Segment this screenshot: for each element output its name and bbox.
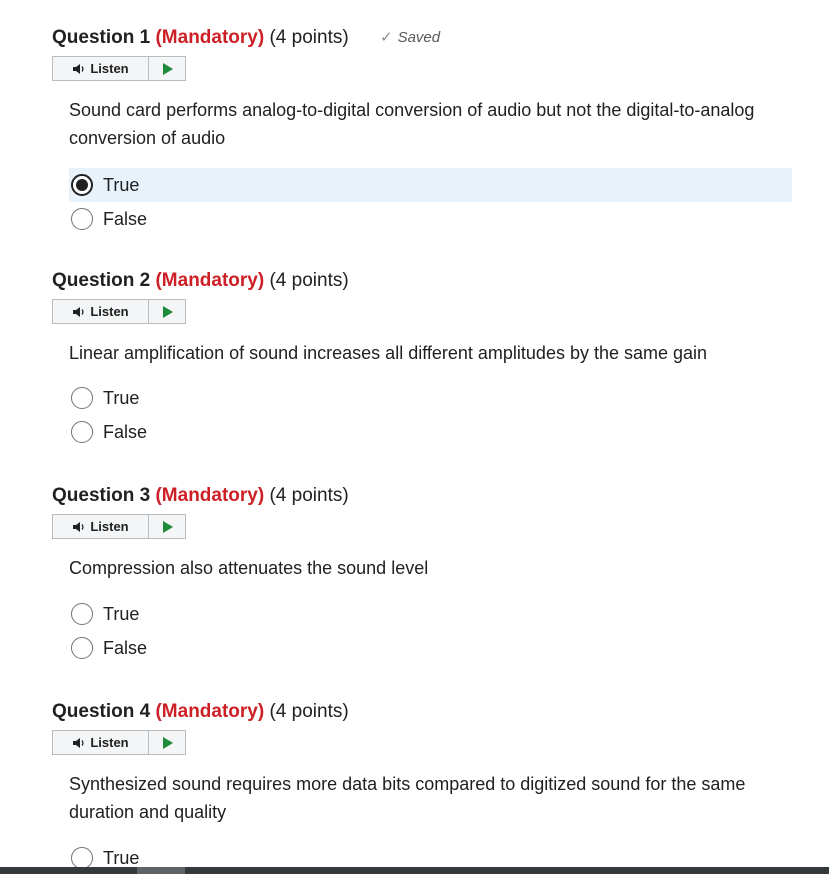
saved-label: Saved bbox=[397, 29, 441, 46]
radio-button[interactable] bbox=[71, 421, 93, 443]
option-false[interactable]: False bbox=[69, 415, 792, 449]
option-label: True bbox=[103, 387, 140, 408]
radio-button[interactable] bbox=[71, 387, 93, 409]
listen-label: Listen bbox=[90, 735, 129, 750]
question-3: Question 3 (Mandatory) (4 points) Listen… bbox=[52, 482, 812, 659]
question-number: Question 3 bbox=[52, 485, 151, 506]
radio-button[interactable] bbox=[71, 208, 93, 230]
listen-button[interactable]: Listen bbox=[53, 731, 149, 754]
question-header: Question 4 (Mandatory) (4 points) bbox=[52, 698, 812, 726]
points-label: (4 points) bbox=[269, 485, 349, 506]
question-header: Question 1 (Mandatory) (4 points) ✓ Saved bbox=[52, 24, 812, 52]
listen-label: Listen bbox=[90, 519, 129, 534]
option-label: True bbox=[103, 603, 140, 624]
question-text: Sound card performs analog-to-digital co… bbox=[69, 100, 755, 148]
option-label: False bbox=[103, 637, 148, 658]
question-number: Question 4 bbox=[52, 701, 151, 722]
speaker-icon bbox=[72, 306, 86, 318]
play-icon bbox=[162, 62, 173, 75]
radio-selected-dot bbox=[76, 179, 88, 191]
radio-button[interactable] bbox=[71, 847, 93, 869]
question-number: Question 1 bbox=[52, 27, 151, 48]
play-icon bbox=[162, 736, 173, 749]
speaker-icon bbox=[72, 737, 86, 749]
listen-widget: Listen bbox=[52, 514, 186, 539]
listen-button[interactable]: Listen bbox=[53, 300, 149, 323]
radio-button[interactable] bbox=[71, 603, 93, 625]
option-true[interactable]: True bbox=[69, 381, 792, 415]
points-label: (4 points) bbox=[269, 270, 349, 291]
listen-label: Listen bbox=[90, 61, 129, 76]
bottom-toolbar bbox=[0, 867, 829, 874]
play-button[interactable] bbox=[149, 57, 185, 80]
question-1: Question 1 (Mandatory) (4 points) ✓ Saved… bbox=[52, 24, 812, 230]
option-false[interactable]: False bbox=[69, 202, 792, 236]
option-true[interactable]: True bbox=[69, 597, 792, 631]
option-false[interactable]: False bbox=[69, 631, 792, 665]
option-label: True bbox=[103, 847, 140, 868]
question-2: Question 2 (Mandatory) (4 points) Listen… bbox=[52, 267, 812, 443]
play-button[interactable] bbox=[149, 515, 185, 538]
option-label: False bbox=[103, 421, 148, 442]
option-label: True bbox=[103, 174, 140, 195]
question-4: Question 4 (Mandatory) (4 points) Listen… bbox=[52, 698, 812, 869]
checkmark-icon: ✓ bbox=[380, 29, 393, 46]
speaker-icon bbox=[72, 521, 86, 533]
option-true[interactable]: True bbox=[69, 168, 792, 202]
question-header: Question 2 (Mandatory) (4 points) bbox=[52, 267, 812, 295]
listen-label: Listen bbox=[90, 304, 129, 319]
play-button[interactable] bbox=[149, 731, 185, 754]
play-icon bbox=[162, 305, 173, 318]
toolbar-segment[interactable] bbox=[137, 867, 185, 874]
play-icon bbox=[162, 520, 173, 533]
listen-widget: Listen bbox=[52, 730, 186, 755]
question-header: Question 3 (Mandatory) (4 points) bbox=[52, 482, 812, 510]
listen-button[interactable]: Listen bbox=[53, 515, 149, 538]
points-label: (4 points) bbox=[269, 27, 349, 48]
mandatory-label: (Mandatory) bbox=[155, 27, 265, 48]
radio-button[interactable] bbox=[71, 637, 93, 659]
question-text: Linear amplification of sound increases … bbox=[69, 343, 708, 363]
mandatory-label: (Mandatory) bbox=[155, 701, 265, 722]
listen-widget: Listen bbox=[52, 299, 186, 324]
option-label: False bbox=[103, 208, 148, 229]
points-label: (4 points) bbox=[269, 701, 349, 722]
question-text: Compression also attenuates the sound le… bbox=[69, 558, 429, 578]
play-button[interactable] bbox=[149, 300, 185, 323]
radio-button[interactable] bbox=[71, 174, 93, 196]
listen-widget: Listen bbox=[52, 56, 186, 81]
mandatory-label: (Mandatory) bbox=[155, 270, 265, 291]
mandatory-label: (Mandatory) bbox=[155, 485, 265, 506]
question-number: Question 2 bbox=[52, 270, 151, 291]
question-text: Synthesized sound requires more data bit… bbox=[69, 774, 746, 822]
speaker-icon bbox=[72, 63, 86, 75]
saved-status: ✓ Saved bbox=[380, 24, 440, 52]
listen-button[interactable]: Listen bbox=[53, 57, 149, 80]
